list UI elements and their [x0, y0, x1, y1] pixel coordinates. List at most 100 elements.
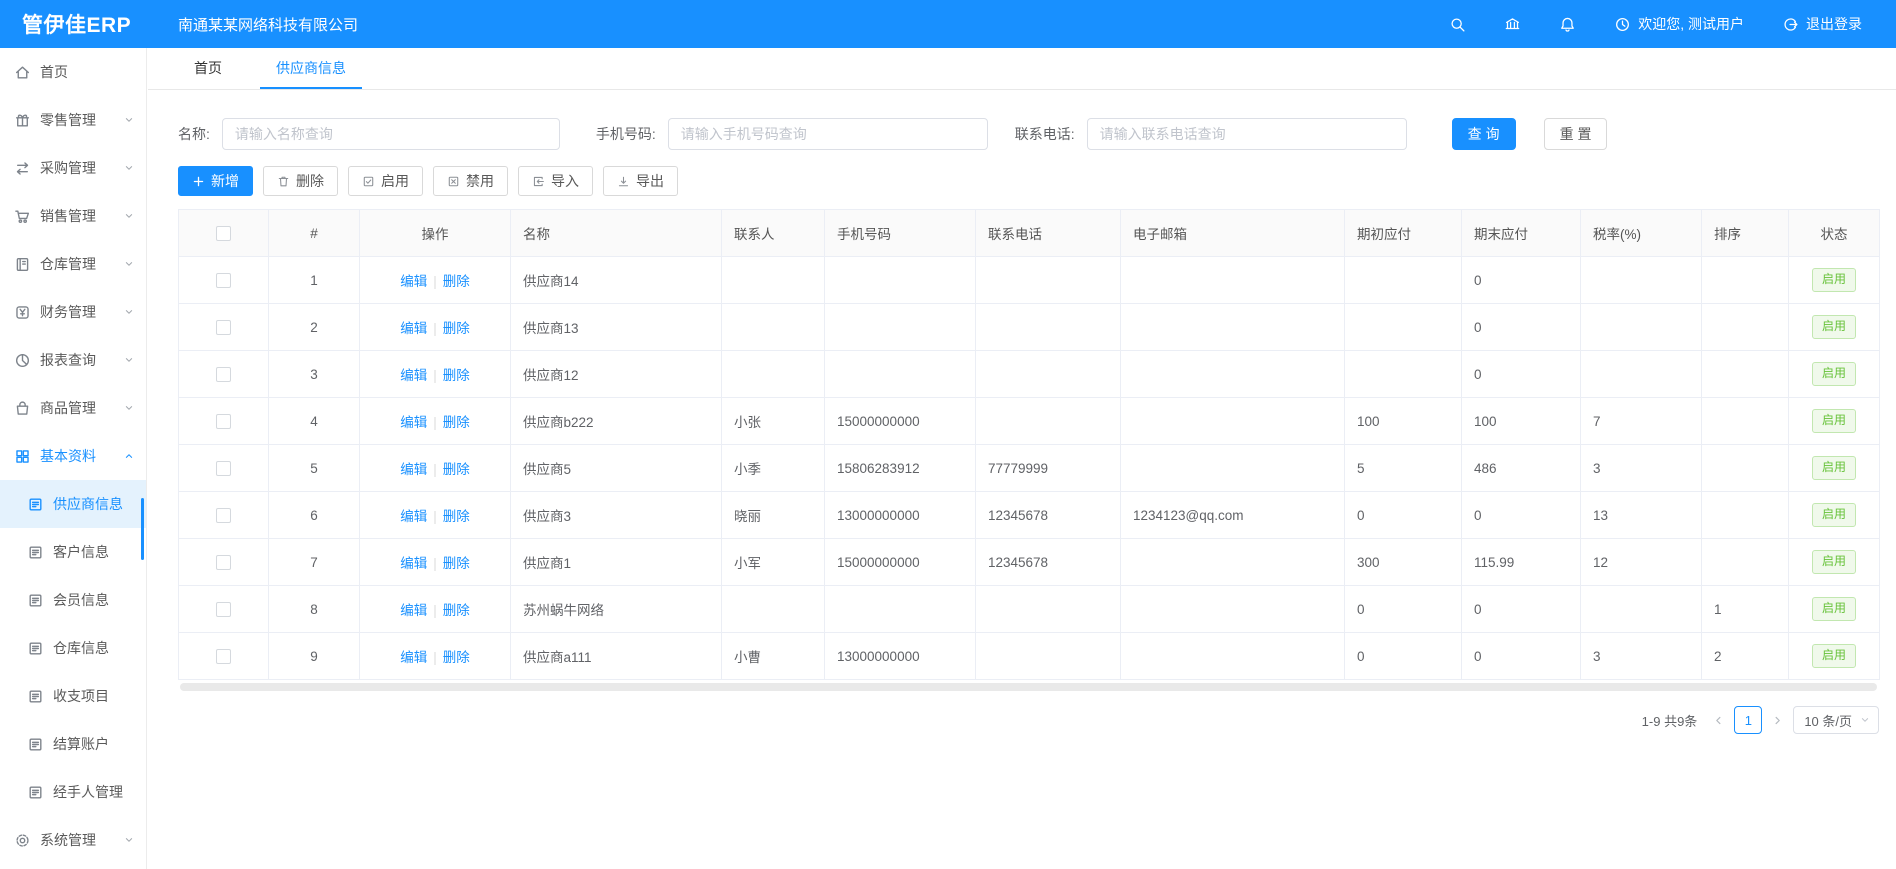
plus-icon	[192, 175, 205, 188]
delete-link[interactable]: 删除	[443, 368, 470, 383]
row-checkbox[interactable]	[216, 649, 231, 664]
enable-button[interactable]: 启用	[348, 166, 423, 196]
prev-page-icon[interactable]	[1713, 715, 1724, 726]
sidebar-item-settlement-account[interactable]: 结算账户	[0, 720, 146, 768]
tab-home[interactable]: 首页	[178, 48, 238, 89]
sidebar-item-label: 首页	[40, 62, 134, 82]
delete-link[interactable]: 删除	[443, 509, 470, 524]
sidebar-item-reports[interactable]: 报表查询	[0, 336, 146, 384]
edit-link[interactable]: 编辑	[400, 603, 427, 618]
telephone-filter-input[interactable]	[1087, 118, 1407, 150]
sidebar-item-member-info[interactable]: 会员信息	[0, 576, 146, 624]
cell-mobile: 13000000000	[825, 633, 976, 680]
cell-final-payable: 0	[1462, 492, 1581, 539]
sidebar-item-warehouse[interactable]: 仓库管理	[0, 240, 146, 288]
sidebar-item-supplier-info[interactable]: 供应商信息	[0, 480, 146, 528]
row-checkbox[interactable]	[216, 508, 231, 523]
sidebar-item-customer-info[interactable]: 客户信息	[0, 528, 146, 576]
chevron-down-icon	[124, 355, 134, 365]
yen-icon	[14, 304, 31, 321]
cell-contact: 小军	[722, 539, 825, 586]
row-checkbox[interactable]	[216, 320, 231, 335]
sidebar-item-finance[interactable]: 财务管理	[0, 288, 146, 336]
row-checkbox[interactable]	[216, 367, 231, 382]
cell-telephone	[976, 586, 1121, 633]
table-row: 5 编辑|删除 供应商5 小季 15806283912 77779999 5 4…	[179, 445, 1880, 492]
cell-name: 供应商1	[511, 539, 722, 586]
sidebar-item-basic-data[interactable]: 基本资料	[0, 432, 146, 480]
edit-link[interactable]: 编辑	[400, 462, 427, 477]
table-row: 8 编辑|删除 苏州蜗牛网络 0 0 1 启用	[179, 586, 1880, 633]
sidebar-item-home[interactable]: 首页	[0, 48, 146, 96]
next-page-icon[interactable]	[1772, 715, 1783, 726]
page-number-button[interactable]: 1	[1734, 706, 1762, 734]
export-button[interactable]: 导出	[603, 166, 678, 196]
delete-button[interactable]: 删除	[263, 166, 338, 196]
select-all-checkbox[interactable]	[216, 226, 231, 241]
delete-link[interactable]: 删除	[443, 650, 470, 665]
edit-link[interactable]: 编辑	[400, 274, 427, 289]
edit-link[interactable]: 编辑	[400, 415, 427, 430]
cell-telephone	[976, 257, 1121, 304]
edit-link[interactable]: 编辑	[400, 509, 427, 524]
edit-link[interactable]: 编辑	[400, 368, 427, 383]
row-index: 8	[269, 586, 360, 633]
sidebar-item-label: 报表查询	[40, 350, 124, 370]
supplier-table: # 操作 名称 联系人 手机号码 联系电话 电子邮箱 期初应付 期末应付 税率(…	[178, 209, 1879, 680]
doc-icon	[27, 736, 44, 753]
row-checkbox[interactable]	[216, 602, 231, 617]
home-icon	[14, 64, 31, 81]
app-logo: 管伊佳ERP	[0, 9, 146, 39]
cell-telephone: 77779999	[976, 445, 1121, 492]
edit-link[interactable]: 编辑	[400, 321, 427, 336]
status-badge: 启用	[1812, 362, 1856, 386]
sidebar-item-system[interactable]: 系统管理	[0, 816, 146, 864]
delete-link[interactable]: 删除	[443, 415, 470, 430]
header-actions: 欢迎您, 测试用户 退出登录	[1449, 14, 1896, 34]
cell-contact	[722, 304, 825, 351]
col-tax-rate: 税率(%)	[1581, 210, 1702, 257]
cell-contact: 小季	[722, 445, 825, 492]
add-button[interactable]: 新增	[178, 166, 253, 196]
cell-sort: 2	[1702, 633, 1789, 680]
row-checkbox[interactable]	[216, 461, 231, 476]
row-checkbox[interactable]	[216, 273, 231, 288]
sidebar-item-goods[interactable]: 商品管理	[0, 384, 146, 432]
sidebar-item-purchase[interactable]: 采购管理	[0, 144, 146, 192]
doc-icon	[27, 592, 44, 609]
edit-link[interactable]: 编辑	[400, 650, 427, 665]
bell-icon[interactable]	[1559, 16, 1576, 33]
page-size-select[interactable]: 10 条/页	[1793, 706, 1879, 734]
sidebar-item-income-expense[interactable]: 收支项目	[0, 672, 146, 720]
table-row: 2 编辑|删除 供应商13 0 启用	[179, 304, 1880, 351]
name-filter-input[interactable]	[222, 118, 560, 150]
sidebar-item-sales[interactable]: 销售管理	[0, 192, 146, 240]
col-contact: 联系人	[722, 210, 825, 257]
sidebar-item-label: 结算账户	[53, 734, 134, 754]
tab-supplier-info[interactable]: 供应商信息	[260, 48, 362, 89]
logout-button[interactable]: 退出登录	[1782, 14, 1862, 34]
sidebar-scrollbar-thumb[interactable]	[141, 498, 144, 560]
horizontal-scrollbar[interactable]	[180, 683, 1877, 691]
bank-icon[interactable]	[1504, 16, 1521, 33]
reset-button[interactable]: 重 置	[1544, 118, 1608, 150]
delete-link[interactable]: 删除	[443, 462, 470, 477]
sidebar-item-retail[interactable]: 零售管理	[0, 96, 146, 144]
edit-link[interactable]: 编辑	[400, 556, 427, 571]
import-button[interactable]: 导入	[518, 166, 593, 196]
disable-button[interactable]: 禁用	[433, 166, 508, 196]
sidebar-item-label: 系统管理	[40, 830, 124, 850]
sidebar-item-warehouse-info[interactable]: 仓库信息	[0, 624, 146, 672]
row-checkbox[interactable]	[216, 555, 231, 570]
mobile-filter-input[interactable]	[668, 118, 988, 150]
sidebar-item-handler-management[interactable]: 经手人管理	[0, 768, 146, 816]
table-row: 7 编辑|删除 供应商1 小军 15000000000 12345678 300…	[179, 539, 1880, 586]
search-button[interactable]: 查 询	[1452, 118, 1516, 150]
row-checkbox[interactable]	[216, 414, 231, 429]
delete-link[interactable]: 删除	[443, 556, 470, 571]
delete-link[interactable]: 删除	[443, 603, 470, 618]
delete-link[interactable]: 删除	[443, 321, 470, 336]
delete-link[interactable]: 删除	[443, 274, 470, 289]
cell-email	[1121, 257, 1345, 304]
search-icon[interactable]	[1449, 16, 1466, 33]
